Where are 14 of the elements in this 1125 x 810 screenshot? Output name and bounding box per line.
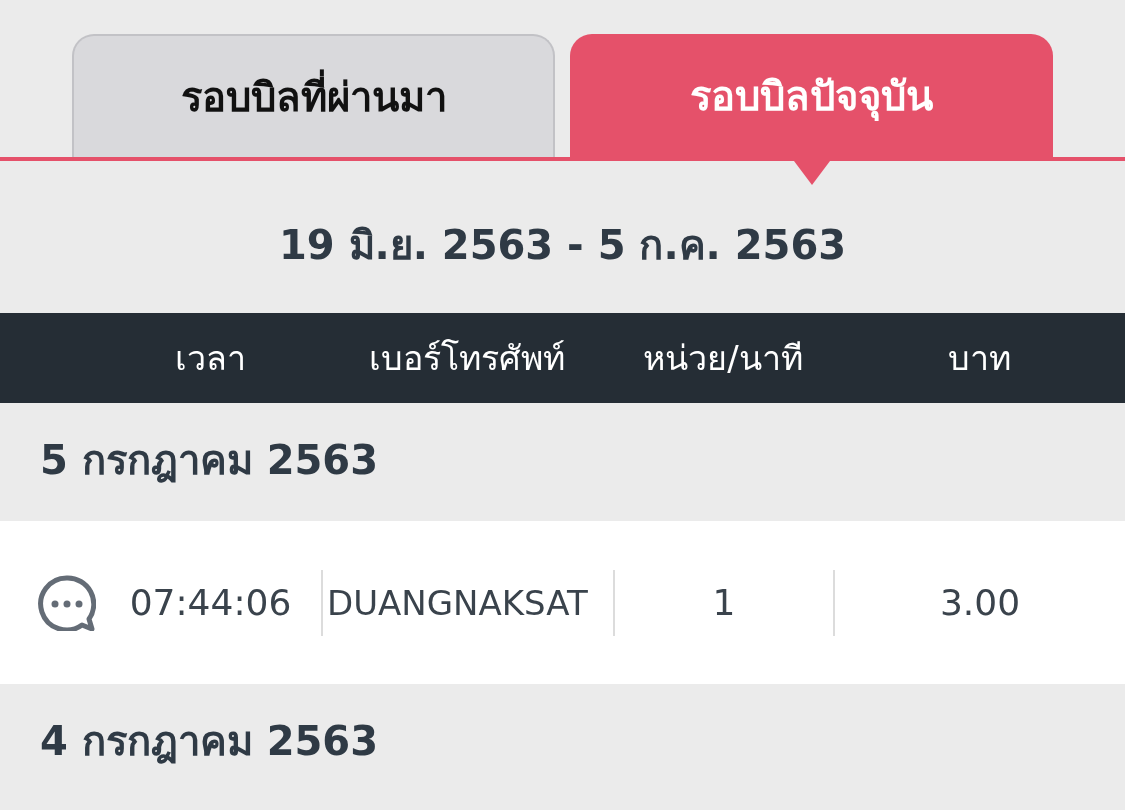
tab[interactable]: รอบบิลที่ผ่านมา bbox=[72, 34, 555, 157]
column-header: เวลา bbox=[174, 337, 247, 380]
column-header: หน่วย/นาที bbox=[642, 337, 804, 380]
tab[interactable]: รอบบิลปัจจุบัน bbox=[570, 34, 1053, 157]
message-icon bbox=[38, 574, 96, 631]
table-cell: DUANGNAKSAT bbox=[327, 582, 588, 623]
table-cell-text: 07:44:06 bbox=[128, 582, 293, 623]
column-header: บาท bbox=[946, 337, 1012, 380]
billing-period: 19 มิ.ย. 2563 - 5 ก.ค. 2563 bbox=[278, 221, 847, 270]
table-cell: 3.00 bbox=[939, 582, 1021, 623]
column-header: เบอร์โทรศัพท์ bbox=[368, 337, 566, 380]
date-heading: 4 กรกฎาคม 2563 bbox=[40, 717, 378, 766]
date-heading: 5 กรกฎาคม 2563 bbox=[40, 436, 378, 485]
table-cell: 1 bbox=[712, 582, 736, 623]
